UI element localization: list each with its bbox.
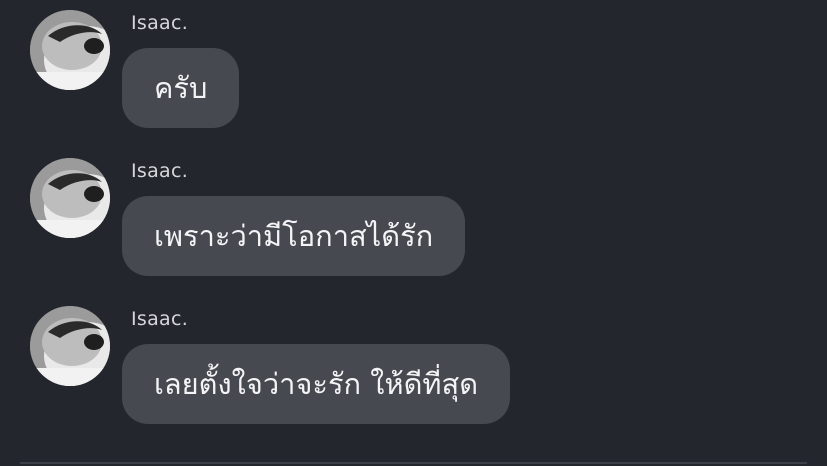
divider — [20, 462, 807, 464]
message-bubble[interactable]: ครับ — [122, 48, 240, 128]
message-bubble[interactable]: เลยตั้งใจว่าจะรัก ให้ดีที่สุด — [122, 344, 511, 424]
user-avatar-icon — [30, 158, 110, 238]
sender-avatar[interactable] — [30, 306, 110, 386]
user-avatar-icon — [30, 306, 110, 386]
message-bubble[interactable]: เพราะว่ามีโอกาสได้รัก — [122, 196, 466, 276]
sender-name: Isaac. — [131, 308, 189, 330]
sender-name: Isaac. — [131, 12, 189, 34]
user-avatar-icon — [30, 10, 110, 90]
sender-avatar[interactable] — [30, 158, 110, 238]
sender-avatar[interactable] — [30, 10, 110, 90]
sender-name: Isaac. — [131, 160, 189, 182]
